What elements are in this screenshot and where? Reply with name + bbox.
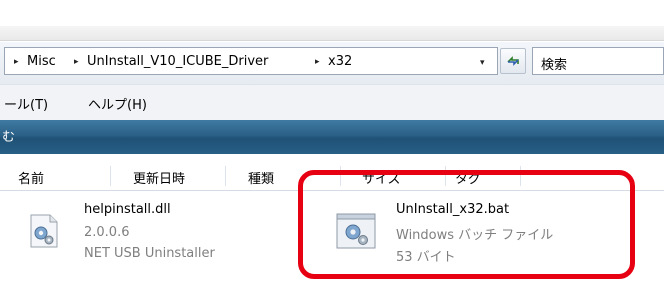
breadcrumb-uninstall-folder[interactable]: UnInstall_V10_ICUBE_Driver [87,54,268,69]
breadcrumb-separator[interactable]: ▸ [14,57,19,67]
menu-tools[interactable]: ール(T) [4,94,48,113]
title-strip [0,26,664,41]
breadcrumb-misc[interactable]: Misc [27,54,56,69]
address-row: ▸ Misc ▸ UnInstall_V10_ICUBE_Driver ▸ x3… [0,42,664,84]
highlight-annotation [298,170,635,279]
column-divider[interactable] [225,166,226,186]
column-divider[interactable] [110,166,111,186]
menu-help[interactable]: ヘルプ(H) [88,94,147,113]
breadcrumb-separator[interactable]: ▸ [315,57,320,67]
file-version: 2.0.0.6 [84,225,130,240]
toolbar-item[interactable]: む [2,126,15,145]
refresh-icon [507,56,519,66]
breadcrumb-separator[interactable]: ▸ [74,57,79,67]
address-bar[interactable]: ▸ Misc ▸ UnInstall_V10_ICUBE_Driver ▸ x3… [4,47,498,75]
column-header-type[interactable]: 種類 [248,168,274,187]
command-toolbar: む [0,120,664,154]
search-input[interactable]: 検索 [532,47,664,75]
file-description: NET USB Uninstaller [84,246,215,261]
window-title-area [0,0,664,42]
breadcrumb-x32[interactable]: x32 [328,54,352,69]
search-placeholder: 検索 [541,58,568,73]
file-name: helpinstall.dll [84,202,171,217]
menu-bar: ール(T) ヘルプ(H) [0,84,664,121]
column-header-name[interactable]: 名前 [18,168,44,187]
column-header-modified[interactable]: 更新日時 [133,168,185,187]
refresh-button[interactable] [500,48,526,74]
gear-file-icon [28,213,60,249]
address-dropdown-icon[interactable]: ▾ [480,58,485,68]
